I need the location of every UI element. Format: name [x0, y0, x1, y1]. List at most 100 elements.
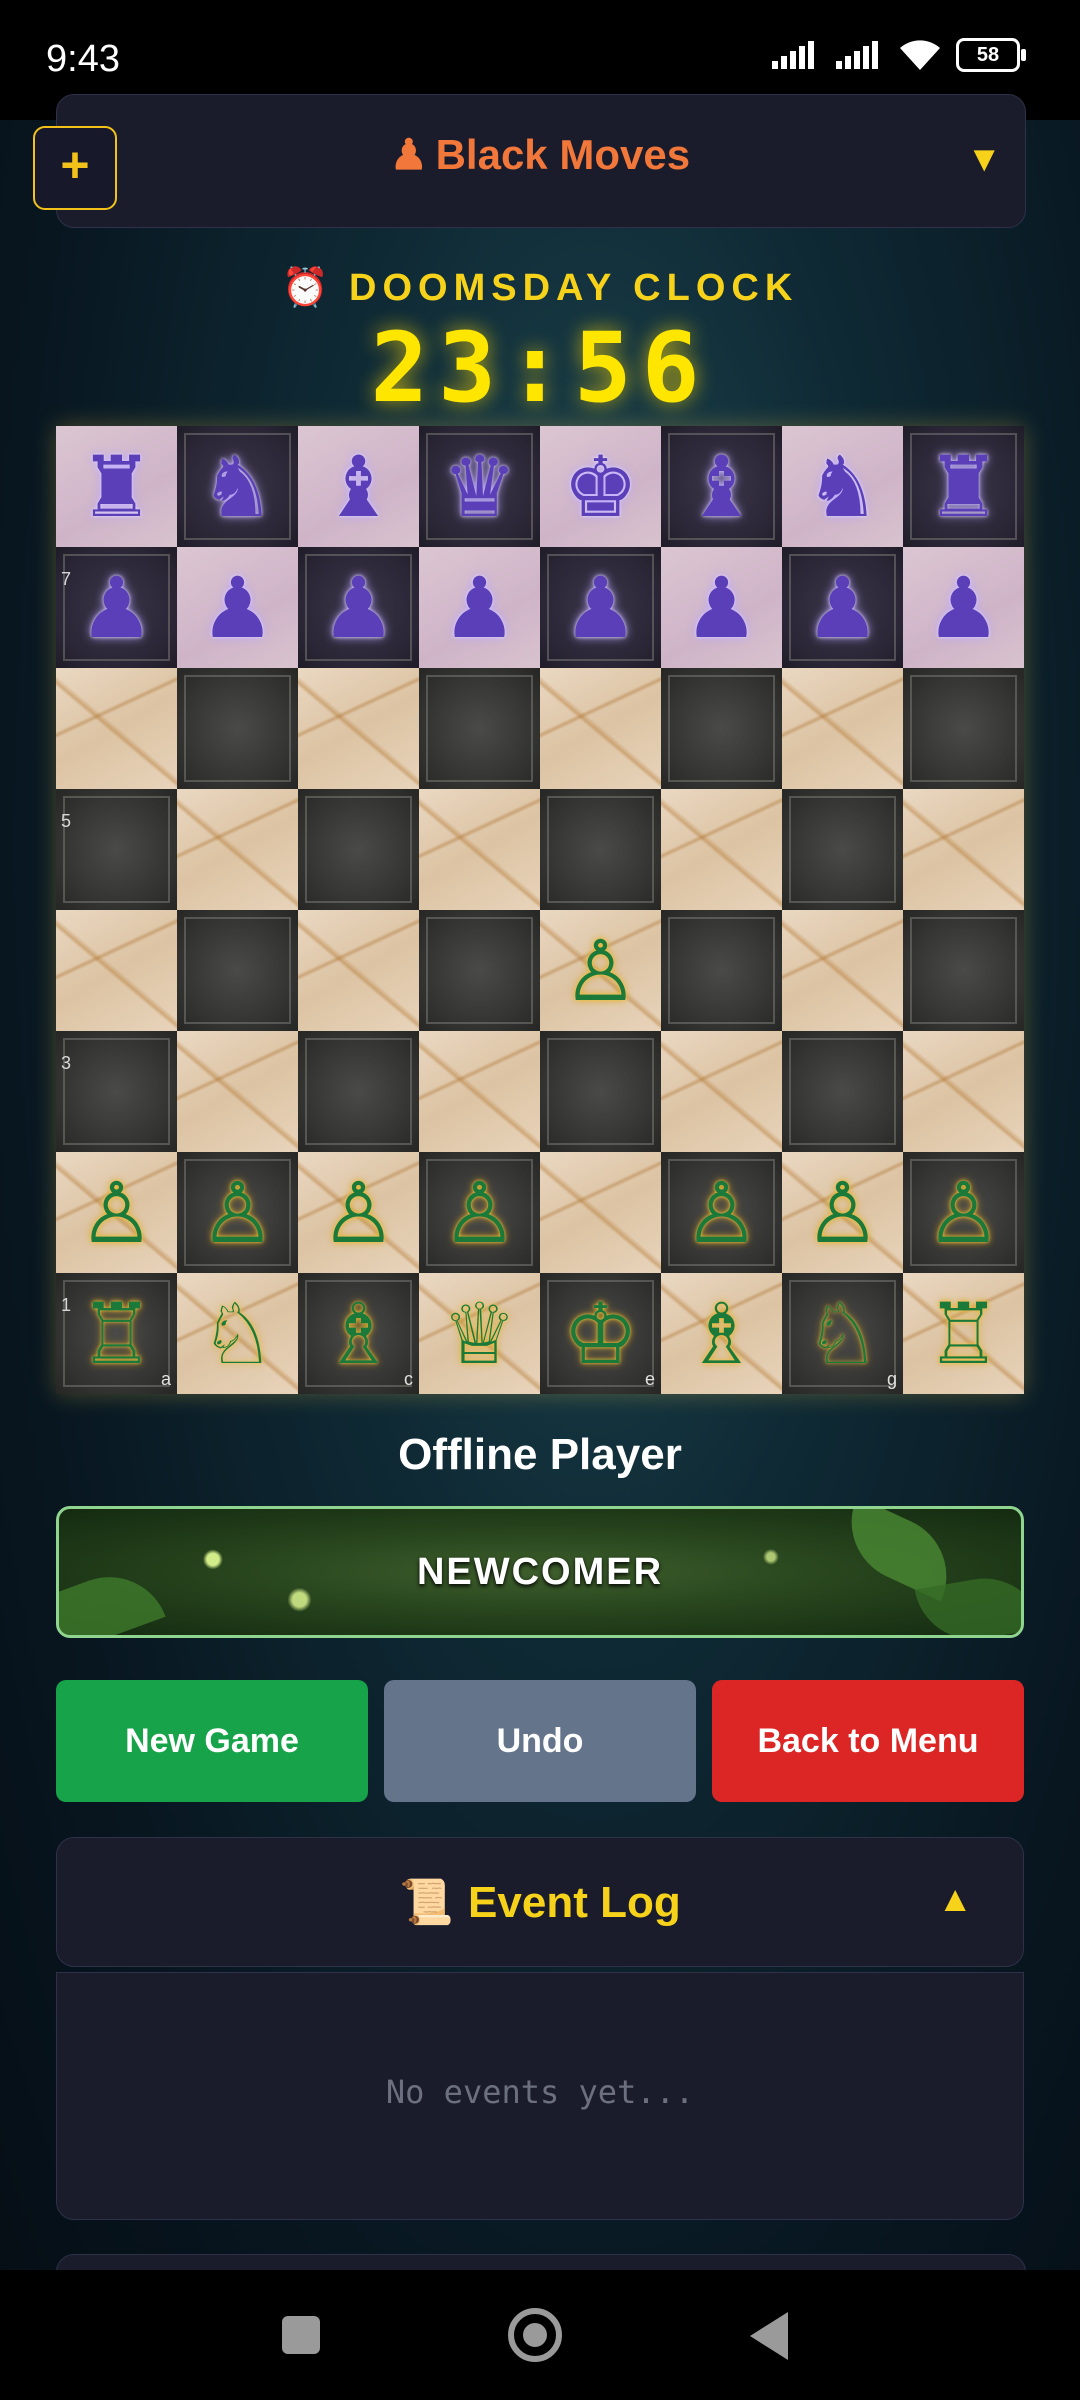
board-square[interactable]	[177, 668, 298, 789]
board-square[interactable]	[298, 789, 419, 910]
white-piece[interactable]: ♙	[805, 1171, 880, 1255]
board-square[interactable]: ♙	[540, 910, 661, 1031]
board-square[interactable]: ♟	[298, 547, 419, 668]
board-square[interactable]	[298, 668, 419, 789]
board-square[interactable]	[298, 1031, 419, 1152]
board-square[interactable]	[903, 1031, 1024, 1152]
event-log-header[interactable]: 📜 Event Log ▲	[56, 1837, 1024, 1967]
black-piece[interactable]: ♟	[200, 566, 275, 650]
board-square[interactable]: ♟	[903, 547, 1024, 668]
board-square[interactable]: ♟	[540, 547, 661, 668]
white-piece[interactable]: ♘	[200, 1292, 275, 1376]
chevron-down-icon[interactable]: ▼	[966, 138, 1002, 180]
chevron-up-icon[interactable]: ▲	[937, 1878, 973, 1920]
black-piece[interactable]: ♟	[563, 566, 638, 650]
board-square[interactable]	[661, 668, 782, 789]
white-piece[interactable]: ♗	[321, 1292, 396, 1376]
board-square[interactable]: ♜	[903, 426, 1024, 547]
board-square[interactable]: ♙	[661, 1152, 782, 1273]
white-piece[interactable]: ♙	[200, 1171, 275, 1255]
board-square[interactable]	[177, 789, 298, 910]
board-square[interactable]: ♖	[903, 1273, 1024, 1394]
board-square[interactable]	[782, 789, 903, 910]
board-square[interactable]	[661, 789, 782, 910]
board-square[interactable]	[419, 910, 540, 1031]
home-icon[interactable]	[508, 2308, 562, 2362]
black-piece[interactable]: ♟	[321, 566, 396, 650]
board-square[interactable]: ♟	[782, 547, 903, 668]
board-square[interactable]: ♝	[661, 426, 782, 547]
board-square[interactable]	[661, 910, 782, 1031]
board-square[interactable]: ♙	[903, 1152, 1024, 1273]
board-square[interactable]: ♙	[782, 1152, 903, 1273]
black-piece[interactable]: ♜	[926, 445, 1001, 529]
board-square[interactable]	[56, 910, 177, 1031]
board-square[interactable]: 3	[56, 1031, 177, 1152]
board-square[interactable]: ♕	[419, 1273, 540, 1394]
white-piece[interactable]: ♔	[563, 1292, 638, 1376]
white-piece[interactable]: ♙	[79, 1171, 154, 1255]
black-piece[interactable]: ♝	[684, 445, 759, 529]
board-square[interactable]	[419, 1031, 540, 1152]
white-piece[interactable]: ♙	[926, 1171, 1001, 1255]
new-game-button[interactable]: New Game	[56, 1680, 368, 1802]
board-square[interactable]: ♛	[419, 426, 540, 547]
board-square[interactable]	[782, 1031, 903, 1152]
white-piece[interactable]: ♕	[442, 1292, 517, 1376]
board-square[interactable]	[540, 668, 661, 789]
board-square[interactable]: ♙	[56, 1152, 177, 1273]
board-square[interactable]: ♚	[540, 426, 661, 547]
board-square[interactable]	[540, 789, 661, 910]
white-piece[interactable]: ♙	[684, 1171, 759, 1255]
undo-button[interactable]: Undo	[384, 1680, 696, 1802]
black-piece[interactable]: ♟	[805, 566, 880, 650]
white-piece[interactable]: ♖	[926, 1292, 1001, 1376]
black-piece[interactable]: ♛	[442, 445, 517, 529]
board-square[interactable]	[661, 1031, 782, 1152]
board-square[interactable]: ♟	[419, 547, 540, 668]
board-square[interactable]: ♟	[177, 547, 298, 668]
white-piece[interactable]: ♗	[684, 1292, 759, 1376]
board-square[interactable]: ♙	[177, 1152, 298, 1273]
black-piece[interactable]: ♝	[321, 445, 396, 529]
board-square[interactable]: ♜	[56, 426, 177, 547]
board-square[interactable]: ♘	[177, 1273, 298, 1394]
board-square[interactable]	[298, 910, 419, 1031]
board-square[interactable]: ♟ 7	[56, 547, 177, 668]
board-square[interactable]	[903, 668, 1024, 789]
board-square[interactable]	[419, 668, 540, 789]
board-square[interactable]: ♝	[298, 426, 419, 547]
board-square[interactable]: 5	[56, 789, 177, 910]
white-piece[interactable]: ♙	[563, 929, 638, 1013]
white-piece[interactable]: ♙	[321, 1171, 396, 1255]
board-square[interactable]: ♞	[177, 426, 298, 547]
board-square[interactable]	[903, 910, 1024, 1031]
white-piece[interactable]: ♙	[442, 1171, 517, 1255]
board-square[interactable]	[903, 789, 1024, 910]
board-square[interactable]	[56, 668, 177, 789]
black-piece[interactable]: ♟	[926, 566, 1001, 650]
board-square[interactable]: ♔ e	[540, 1273, 661, 1394]
board-square[interactable]: ♙	[419, 1152, 540, 1273]
board-square[interactable]	[540, 1031, 661, 1152]
chess-board[interactable]: ♜ ♞ ♝ ♛ ♚ ♝ ♞ ♜ ♟ 7 ♟ ♟ ♟ ♟ ♟ ♟ ♟ 5 ♙ 3 ♙ ♙ ♙ ♙ ♙ ♙ ♙ ♖ 1 a ♘ ♗ c ♕ ♔ e ♗ ♘ g ♖	[56, 426, 1024, 1394]
black-piece[interactable]: ♞	[805, 445, 880, 529]
turn-indicator[interactable]: ♟ Black Moves	[0, 130, 1080, 179]
black-piece[interactable]: ♟	[684, 566, 759, 650]
board-square[interactable]: ♞	[782, 426, 903, 547]
board-square[interactable]	[177, 910, 298, 1031]
board-square[interactable]: ♘ g	[782, 1273, 903, 1394]
board-square[interactable]	[782, 668, 903, 789]
black-piece[interactable]: ♟	[79, 566, 154, 650]
black-piece[interactable]: ♜	[79, 445, 154, 529]
board-square[interactable]: ♗	[661, 1273, 782, 1394]
board-square[interactable]: ♗ c	[298, 1273, 419, 1394]
white-piece[interactable]: ♖	[79, 1292, 154, 1376]
board-square[interactable]: ♖ 1 a	[56, 1273, 177, 1394]
board-square[interactable]	[540, 1152, 661, 1273]
board-square[interactable]	[177, 1031, 298, 1152]
black-piece[interactable]: ♞	[200, 445, 275, 529]
back-to-menu-button[interactable]: Back to Menu	[712, 1680, 1024, 1802]
board-square[interactable]: ♙	[298, 1152, 419, 1273]
white-piece[interactable]: ♘	[805, 1292, 880, 1376]
